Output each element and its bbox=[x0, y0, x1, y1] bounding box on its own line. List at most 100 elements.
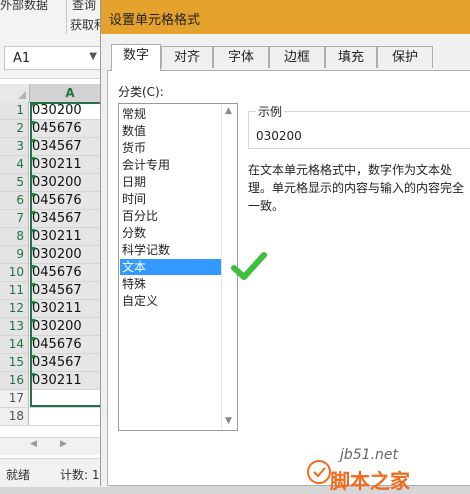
scroll-down-icon[interactable]: ▼ bbox=[225, 416, 232, 426]
cell-a18[interactable] bbox=[30, 408, 110, 425]
cell-a16[interactable]: 030211 bbox=[30, 372, 110, 389]
sample-label: 示例 bbox=[256, 103, 285, 120]
table-row: 1 030200 bbox=[0, 102, 110, 120]
cell-a12[interactable]: 030211 bbox=[30, 300, 110, 317]
tab-font[interactable]: 字体 bbox=[213, 46, 269, 68]
category-item[interactable]: 自定义 bbox=[120, 293, 221, 309]
ribbon: 外部数据 查询 获取和 bbox=[0, 0, 110, 39]
watermark-site: jb51.net bbox=[340, 447, 399, 463]
cell-a15[interactable]: 034567 bbox=[30, 354, 110, 371]
cell-a11[interactable]: 034567 bbox=[30, 282, 110, 299]
table-row: 10 045676 bbox=[0, 264, 110, 282]
cell-value: 030200 bbox=[32, 103, 82, 118]
scroll-left-icon[interactable]: ◀ bbox=[30, 439, 37, 449]
category-item[interactable]: 货币 bbox=[120, 140, 221, 156]
category-item[interactable]: 时间 bbox=[120, 191, 221, 207]
row-header[interactable]: 15 bbox=[0, 354, 29, 371]
cell-a4[interactable]: 030211 bbox=[30, 156, 110, 173]
category-item[interactable]: 分数 bbox=[120, 225, 221, 241]
cell-a14[interactable]: 045676 bbox=[30, 336, 110, 353]
ribbon-query-button[interactable]: 查询 bbox=[72, 0, 96, 13]
text-number-indicator-icon bbox=[31, 211, 36, 216]
format-description: 在文本单元格格式中，数字作为文本处理。单元格显示的内容与输入的内容完全一致。 bbox=[248, 163, 465, 213]
tab-fill[interactable]: 填充 bbox=[325, 46, 377, 68]
category-item[interactable]: 数值 bbox=[120, 123, 221, 139]
cell-a9[interactable]: 030200 bbox=[30, 246, 110, 263]
status-count: 计数: 1 bbox=[60, 468, 100, 482]
cell-a8[interactable]: 030211 bbox=[30, 228, 110, 245]
text-number-indicator-icon bbox=[31, 103, 36, 108]
row-header[interactable]: 17 bbox=[0, 390, 29, 407]
table-row: 13 030200 bbox=[0, 318, 110, 336]
number-tab-panel: 分类(C): ▲ ▼ 常规 数值 货币 会计专用 日期 时间 百分比 分数 科学记数 文本 特殊 自定… bbox=[107, 70, 470, 493]
cell-a17[interactable] bbox=[30, 390, 110, 407]
category-item[interactable]: 常规 bbox=[120, 106, 221, 122]
cell-value: 030200 bbox=[32, 175, 82, 190]
category-item[interactable]: 科学记数 bbox=[120, 242, 221, 258]
cell-value: 034567 bbox=[32, 211, 82, 226]
table-row: 5 030200 bbox=[0, 174, 110, 192]
row-header[interactable]: 11 bbox=[0, 282, 29, 299]
chevron-down-icon[interactable]: ▼ bbox=[89, 51, 97, 62]
row-header[interactable]: 14 bbox=[0, 336, 29, 353]
format-cells-dialog: 设置单元格格式 数字 对齐 字体 边框 填充 保护 分类(C): ▲ ▼ 常规数… bbox=[100, 0, 470, 493]
row-header[interactable]: 7 bbox=[0, 210, 29, 227]
row-header[interactable]: 6 bbox=[0, 192, 29, 209]
row-header[interactable]: 8 bbox=[0, 228, 29, 245]
cell-value: 030200 bbox=[32, 319, 82, 334]
table-row: 8 030211 bbox=[0, 228, 110, 246]
category-item[interactable]: 会计专用 bbox=[120, 157, 221, 173]
text-number-indicator-icon bbox=[31, 193, 36, 198]
cell-a2[interactable]: 045676 bbox=[30, 120, 110, 137]
cell-a10[interactable]: 045676 bbox=[30, 264, 110, 281]
cell-a7[interactable]: 034567 bbox=[30, 210, 110, 227]
dialog-title-bar[interactable]: 设置单元格格式 bbox=[101, 0, 470, 34]
cell-value: 034567 bbox=[32, 355, 82, 370]
name-box[interactable]: A1 ▼ bbox=[4, 46, 102, 70]
category-item[interactable]: 特殊 bbox=[120, 276, 221, 292]
tab-alignment[interactable]: 对齐 bbox=[161, 46, 213, 68]
ribbon-tab-data[interactable]: 外部数据 bbox=[0, 0, 48, 13]
text-number-indicator-icon bbox=[31, 301, 36, 306]
scroll-right-icon[interactable]: ▶ bbox=[60, 439, 67, 449]
cell-a5[interactable]: 030200 bbox=[30, 174, 110, 191]
row-header[interactable]: 1 bbox=[0, 102, 29, 119]
row-header[interactable]: 12 bbox=[0, 300, 29, 317]
text-number-indicator-icon bbox=[31, 247, 36, 252]
cell-a13[interactable]: 030200 bbox=[30, 318, 110, 335]
row-header[interactable]: 10 bbox=[0, 264, 29, 281]
row-header[interactable]: 5 bbox=[0, 174, 29, 191]
category-list[interactable]: ▲ ▼ 常规 数值 货币 会计专用 日期 时间 百分比 分数 科学记数 文本 特殊 自定义 bbox=[118, 103, 238, 431]
table-row: 15 034567 bbox=[0, 354, 110, 372]
column-header-a[interactable]: A bbox=[30, 84, 110, 102]
row-header[interactable]: 16 bbox=[0, 372, 29, 389]
row-header[interactable]: 3 bbox=[0, 138, 29, 155]
row-header[interactable]: 2 bbox=[0, 120, 29, 137]
tab-border[interactable]: 边框 bbox=[269, 46, 325, 68]
cell-value: 030200 bbox=[32, 247, 82, 262]
category-item[interactable]: 百分比 bbox=[120, 208, 221, 224]
cell-a1[interactable]: 030200 bbox=[30, 102, 110, 119]
horizontal-scrollbar[interactable]: ◀ ▶ bbox=[0, 437, 110, 455]
tab-protection[interactable]: 保护 bbox=[377, 46, 433, 68]
select-all-corner[interactable] bbox=[0, 84, 30, 102]
row-header[interactable]: 18 bbox=[0, 408, 29, 425]
cell-a3[interactable]: 034567 bbox=[30, 138, 110, 155]
category-item[interactable]: 日期 bbox=[120, 174, 221, 190]
dialog-title: 设置单元格格式 bbox=[109, 13, 201, 28]
scroll-up-icon[interactable]: ▲ bbox=[225, 106, 232, 116]
tab-number[interactable]: 数字 bbox=[111, 44, 161, 71]
cell-value: 045676 bbox=[32, 265, 82, 280]
table-row: 7 034567 bbox=[0, 210, 110, 228]
cell-a6[interactable]: 045676 bbox=[30, 192, 110, 209]
row-header[interactable]: 9 bbox=[0, 246, 29, 263]
category-item[interactable]: 文本 bbox=[120, 259, 221, 275]
row-header[interactable]: 4 bbox=[0, 156, 29, 173]
table-row: 2 045676 bbox=[0, 120, 110, 138]
text-number-indicator-icon bbox=[31, 355, 36, 360]
cell-value: 034567 bbox=[32, 283, 82, 298]
table-row: 6 045676 bbox=[0, 192, 110, 210]
table-row: 4 030211 bbox=[0, 156, 110, 174]
row-header[interactable]: 13 bbox=[0, 318, 29, 335]
text-number-indicator-icon bbox=[31, 139, 36, 144]
